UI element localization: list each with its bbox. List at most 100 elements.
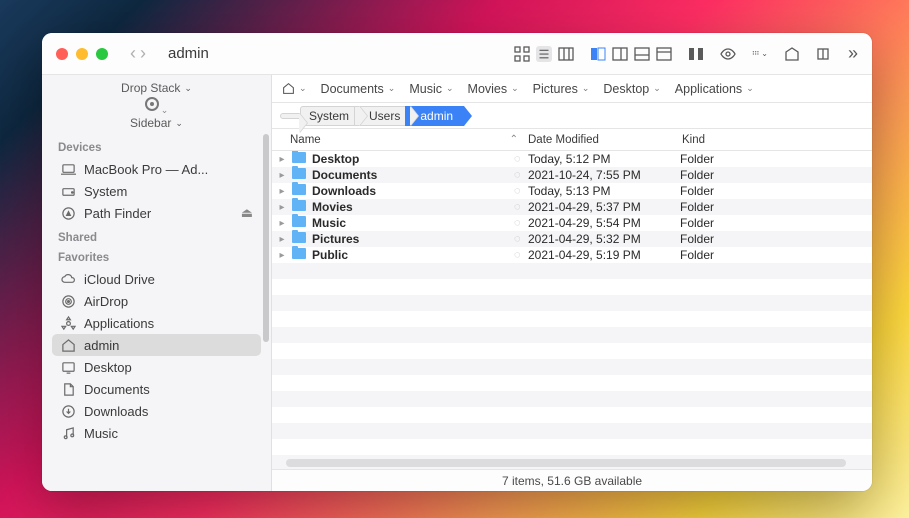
clock-icon: ◌ <box>514 153 528 165</box>
forward-button[interactable]: › <box>140 43 146 64</box>
target-icon[interactable] <box>145 97 159 111</box>
back-button[interactable]: ‹ <box>130 43 136 64</box>
minimize-button[interactable] <box>76 48 88 60</box>
sidebar-favorite-5[interactable]: Documents <box>52 378 261 400</box>
disclosure-icon[interactable]: ▸ <box>276 186 288 197</box>
favbar-label: Desktop <box>603 82 649 96</box>
titlebar: ‹ › admin ⌄ » <box>42 33 872 75</box>
drive-icon <box>60 183 76 199</box>
sidebar-favorite-6[interactable]: Downloads <box>52 400 261 422</box>
file-kind: Folder <box>680 200 872 214</box>
sidebar-item-label: Path Finder <box>84 206 151 221</box>
tag-icon[interactable] <box>784 46 800 62</box>
clock-icon: ◌ <box>514 169 528 181</box>
sort-asc-icon[interactable]: ⌃ <box>510 134 518 145</box>
sidebar-device-2[interactable]: Path Finder ⏏ <box>52 202 261 224</box>
grid-settings-icon[interactable]: ⌄ <box>752 46 768 62</box>
disclosure-icon[interactable]: ▸ <box>276 154 288 165</box>
file-row[interactable]: ▸Documents◌2021-10-24, 7:55 PMFolder <box>272 167 872 183</box>
overflow-icon[interactable]: » <box>848 43 858 64</box>
clock-icon: ◌ <box>514 249 528 261</box>
sidebar-device-1[interactable]: System <box>52 180 261 202</box>
file-name: Movies <box>312 200 514 214</box>
folder-action-icon[interactable] <box>816 46 832 62</box>
file-row[interactable]: ▸Music◌2021-04-29, 5:54 PMFolder <box>272 215 872 231</box>
file-pane: Name ⌃ Date Modified Kind ▸Desktop◌Today,… <box>272 129 872 491</box>
file-date: 2021-04-29, 5:37 PM <box>528 200 680 214</box>
file-row[interactable]: ▸ Movies◌2021-04-29, 5:37 PMFolder <box>272 199 872 215</box>
toolbar: ⌄ » <box>514 43 858 64</box>
sidebar-toggle[interactable]: Sidebar ⌄ <box>130 116 183 130</box>
file-row[interactable]: ▸Downloads◌Today, 5:13 PMFolder <box>272 183 872 199</box>
sidebar-item-label: iCloud Drive <box>84 272 155 287</box>
file-name: Pictures <box>312 232 514 246</box>
sidebar: Drop Stack ⌄ ⌄ Sidebar ⌄ Devices MacBook… <box>42 75 272 491</box>
panel-left-icon[interactable] <box>590 46 606 62</box>
file-list[interactable]: ▸Desktop◌Today, 5:12 PMFolder▸Documents◌… <box>272 151 872 469</box>
file-name: Documents <box>312 168 514 182</box>
zoom-button[interactable] <box>96 48 108 60</box>
disclosure-icon[interactable]: ▸ <box>276 218 288 229</box>
file-date: 2021-04-29, 5:54 PM <box>528 216 680 230</box>
disclosure-icon[interactable]: ▸ <box>276 170 288 181</box>
disclosure-icon[interactable]: ▸ <box>276 234 288 245</box>
favbar-item-5[interactable]: Applications ⌄ <box>675 82 754 96</box>
horizontal-scrollbar[interactable] <box>286 459 846 467</box>
panel-stack-icon[interactable] <box>656 46 672 62</box>
drop-stack-button[interactable]: Drop Stack ⌄ <box>121 81 192 95</box>
crumb-apple[interactable] <box>280 113 300 119</box>
sidebar-device-0[interactable]: MacBook Pro — Ad... <box>52 158 261 180</box>
file-date: 2021-04-29, 5:32 PM <box>528 232 680 246</box>
file-name: Public <box>312 248 514 262</box>
sidebar-favorite-3[interactable]: admin <box>52 334 261 356</box>
col-name[interactable]: Name <box>290 134 321 146</box>
column-view-icon[interactable] <box>558 46 574 62</box>
eject-icon[interactable]: ⏏ <box>241 205 253 221</box>
disclosure-icon[interactable]: ▸ <box>276 202 288 213</box>
shared-heading: Shared <box>58 232 255 244</box>
quicklook-icon[interactable] <box>720 46 736 62</box>
favbar-home[interactable]: ⌄ <box>282 82 307 95</box>
file-row[interactable]: ▸Public◌2021-04-29, 5:19 PMFolder <box>272 247 872 263</box>
sidebar-item-label: MacBook Pro — Ad... <box>84 162 208 177</box>
panel-bottom-icon[interactable] <box>634 46 650 62</box>
crumb-system[interactable]: System <box>300 106 360 126</box>
close-button[interactable] <box>56 48 68 60</box>
folder-icon <box>292 232 308 246</box>
col-kind[interactable]: Kind <box>682 134 872 146</box>
folder-icon <box>292 168 308 182</box>
list-view-icon[interactable] <box>536 46 552 62</box>
file-kind: Folder <box>680 216 872 230</box>
file-row[interactable]: ▸Desktop◌Today, 5:12 PMFolder <box>272 151 872 167</box>
clock-icon: ◌ <box>514 201 528 213</box>
sidebar-item-label: Applications <box>84 316 154 331</box>
sidebar-favorite-1[interactable]: AirDrop <box>52 290 261 312</box>
favbar-item-0[interactable]: Documents ⌄ <box>321 82 396 96</box>
dual-pane-icon[interactable] <box>688 46 704 62</box>
file-kind: Folder <box>680 184 872 198</box>
sidebar-item-label: Documents <box>84 382 150 397</box>
file-row[interactable]: ▸Pictures◌2021-04-29, 5:32 PMFolder <box>272 231 872 247</box>
sidebar-favorite-4[interactable]: Desktop <box>52 356 261 378</box>
clock-icon: ◌ <box>514 217 528 229</box>
icon-view-icon[interactable] <box>514 46 530 62</box>
favorites-bar: ⌄ Documents ⌄ Music ⌄ Movies ⌄ Pictures ⌄ De… <box>272 75 872 103</box>
favbar-item-1[interactable]: Music ⌄ <box>409 82 453 96</box>
col-date[interactable]: Date Modified <box>528 134 682 146</box>
favbar-item-4[interactable]: Desktop ⌄ <box>603 82 660 96</box>
sidebar-favorite-2[interactable]: Applications <box>52 312 261 334</box>
sidebar-favorite-7[interactable]: Music <box>52 422 261 444</box>
file-kind: Folder <box>680 232 872 246</box>
file-kind: Folder <box>680 248 872 262</box>
favbar-item-3[interactable]: Pictures ⌄ <box>533 82 590 96</box>
path-bar: SystemUsersadmin <box>272 103 872 129</box>
home-icon <box>60 337 76 353</box>
panel-right-icon[interactable] <box>612 46 628 62</box>
cloud-icon <box>60 271 76 287</box>
sidebar-item-label: admin <box>84 338 119 353</box>
file-kind: Folder <box>680 168 872 182</box>
favbar-item-2[interactable]: Movies ⌄ <box>468 82 519 96</box>
disclosure-icon[interactable]: ▸ <box>276 250 288 261</box>
sidebar-favorite-0[interactable]: iCloud Drive <box>52 268 261 290</box>
sidebar-scrollbar[interactable] <box>263 134 269 342</box>
